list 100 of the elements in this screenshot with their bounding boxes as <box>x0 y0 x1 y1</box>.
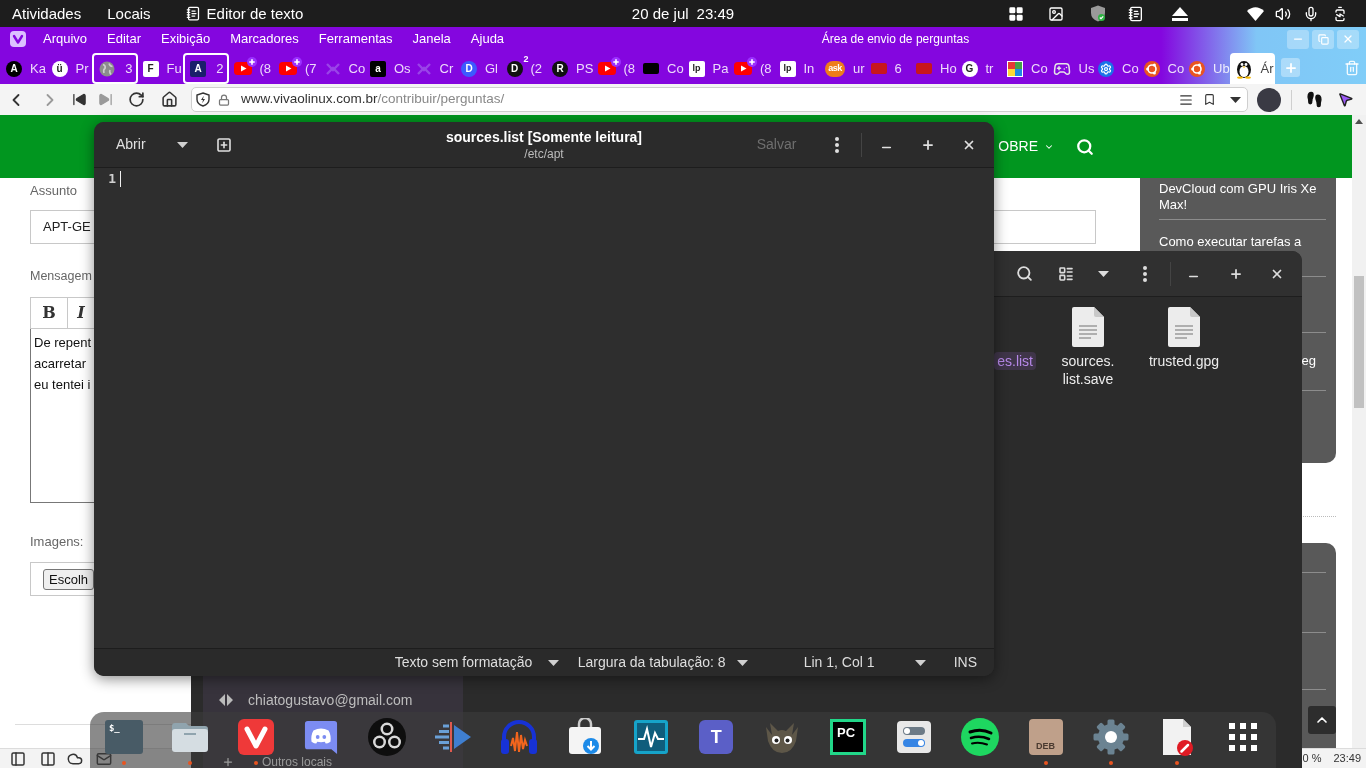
scroll-up-arrow-icon[interactable] <box>1355 119 1363 124</box>
time-label[interactable]: 23:49 <box>696 4 735 23</box>
shield-check-icon[interactable] <box>1090 5 1106 22</box>
shield-bolt-icon[interactable] <box>196 92 210 107</box>
browser-tab[interactable]: F Fu <box>137 53 183 84</box>
browser-tab[interactable]: (8 <box>592 53 638 84</box>
browser-tab[interactable]: Co <box>638 53 684 84</box>
scroll-to-top-button[interactable] <box>1308 706 1336 734</box>
browser-tab[interactable]: Co <box>1138 53 1184 84</box>
file-icon[interactable] <box>1168 307 1200 347</box>
insert-mode-label[interactable]: INS <box>953 652 977 673</box>
browser-tab[interactable]: R PS <box>547 53 593 84</box>
toggles-icon[interactable] <box>895 719 932 755</box>
obs-icon[interactable] <box>368 718 407 756</box>
app-menu[interactable]: Editor de texto <box>185 4 304 23</box>
zoom-level[interactable]: 0 % <box>1302 750 1322 767</box>
file-name[interactable]: es.list <box>994 352 1036 370</box>
panel-toggle-icon[interactable] <box>10 750 26 767</box>
browser-tab[interactable]: Co <box>1093 53 1139 84</box>
gear-icon[interactable] <box>1092 718 1131 756</box>
menu-item[interactable]: Editar <box>107 29 142 49</box>
teams-logo[interactable]: T <box>699 720 734 754</box>
tab-width-dropdown[interactable]: Largura da tabulação: 8 <box>574 652 751 673</box>
browser-tab[interactable]: Cr <box>410 53 456 84</box>
address-field[interactable]: www.vivaolinux.com.br/contribuir/perguntas/ <box>191 87 1248 112</box>
browser-tab[interactable]: Ho <box>911 53 957 84</box>
sidebar-item[interactable]: chiatogustavo@gmail.com <box>203 682 463 718</box>
browser-tab[interactable]: a Os <box>365 53 411 84</box>
browser-tab[interactable]: Co <box>1002 53 1048 84</box>
sidebar-item[interactable]: Outros locais <box>262 756 333 768</box>
browser-tab[interactable]: ü Pr <box>46 53 92 84</box>
cursor-position-dropdown[interactable]: Lin 1, Col 1 <box>800 652 929 673</box>
microphone-icon[interactable] <box>1303 5 1319 22</box>
url-text[interactable]: www.vivaolinux.com.br/contribuir/perguntas/ <box>241 89 505 110</box>
image-icon[interactable] <box>1048 5 1064 22</box>
mail-icon[interactable] <box>96 750 112 767</box>
date-label[interactable]: 20 de jul <box>631 4 689 23</box>
places-menu[interactable]: Locais <box>107 4 151 23</box>
home-icon[interactable] <box>161 91 178 108</box>
bold-button[interactable]: B <box>31 298 68 328</box>
discord-icon[interactable] <box>304 719 339 755</box>
bookmark-icon[interactable] <box>1203 92 1216 107</box>
activities-button[interactable]: Atividades <box>12 4 82 23</box>
tiling-icon[interactable] <box>40 750 56 767</box>
menu-item[interactable]: Marcadores <box>230 29 299 49</box>
menu-item[interactable]: Ferramentas <box>318 29 393 49</box>
package-logo[interactable]: DEB <box>1028 719 1063 755</box>
eject-icon[interactable] <box>1172 6 1188 21</box>
file-input-field[interactable]: Escolh <box>30 562 94 596</box>
scrollbar-thumb[interactable] <box>1354 276 1364 408</box>
file-icon[interactable] <box>1072 307 1104 347</box>
skip-back-icon[interactable] <box>72 92 87 107</box>
browser-tab[interactable]: (7 <box>274 53 320 84</box>
notepad-icon[interactable] <box>1128 5 1144 22</box>
article-link[interactable]: Como executar tarefas a <box>1159 234 1326 250</box>
browser-tab[interactable]: ask ur <box>820 53 866 84</box>
v-logo-icon[interactable] <box>237 719 274 755</box>
spotify-icon[interactable] <box>960 718 999 756</box>
language-dropdown[interactable]: Texto sem formatação <box>391 652 562 673</box>
choose-file-button[interactable]: Escolh <box>43 568 95 590</box>
folder-icon[interactable] <box>169 720 210 754</box>
menu-item[interactable]: Ajuda <box>470 29 505 49</box>
browser-tab[interactable]: Co <box>319 53 365 84</box>
avatar-icon[interactable] <box>1257 87 1281 112</box>
volume-icon[interactable] <box>1275 5 1291 22</box>
menu-item[interactable]: Arquivo <box>43 29 88 49</box>
menu-item[interactable]: Janela <box>412 29 451 49</box>
menu-item[interactable]: Exibição <box>161 29 211 49</box>
search-icon[interactable] <box>1076 137 1094 156</box>
wifi-icon[interactable] <box>1247 6 1264 21</box>
terminal-logo[interactable]: $_ <box>104 720 143 754</box>
browser-tab[interactable]: D 2 (2 <box>501 53 547 84</box>
browser-tab[interactable]: lp Pa <box>683 53 729 84</box>
waveform-monitor-icon[interactable] <box>632 719 669 755</box>
browser-tab[interactable]: (8 <box>729 53 775 84</box>
pointer-icon[interactable] <box>1337 91 1354 108</box>
file-name[interactable]: trusted.gpg <box>1145 352 1223 370</box>
footprint-icon[interactable] <box>1306 91 1323 108</box>
browser-tab[interactable]: lp In <box>774 53 820 84</box>
skip-forward-icon[interactable] <box>98 92 113 107</box>
battery-icon[interactable] <box>1332 5 1348 22</box>
grid-icon[interactable] <box>1008 5 1024 22</box>
browser-tab[interactable]: G tr <box>956 53 1002 84</box>
browser-tab[interactable]: 6 <box>865 53 911 84</box>
browser-tab[interactable]: D Gl <box>456 53 502 84</box>
nav-link[interactable]: OBRE <box>998 136 1054 157</box>
app-grid-icon[interactable] <box>1229 723 1257 751</box>
italic-button[interactable]: I <box>68 298 94 328</box>
file-name[interactable]: sources. list.save <box>1058 352 1118 388</box>
article-link[interactable]: eg <box>1301 353 1316 369</box>
browser-tab[interactable]: A Ka <box>1 53 47 84</box>
reader-view-icon[interactable] <box>1179 92 1193 107</box>
reload-icon[interactable] <box>128 91 145 108</box>
open-button[interactable]: Abrir <box>104 127 198 162</box>
headphones-icon[interactable] <box>498 718 539 756</box>
browser-tab[interactable]: (8 <box>228 53 274 84</box>
pycharm-logo[interactable]: PC <box>830 719 866 755</box>
browser-tab[interactable]: Ár <box>1229 53 1275 84</box>
article-link[interactable]: DevCloud com GPU Iris Xe Max! <box>1159 181 1326 213</box>
browser-tab[interactable]: Us <box>1047 53 1093 84</box>
